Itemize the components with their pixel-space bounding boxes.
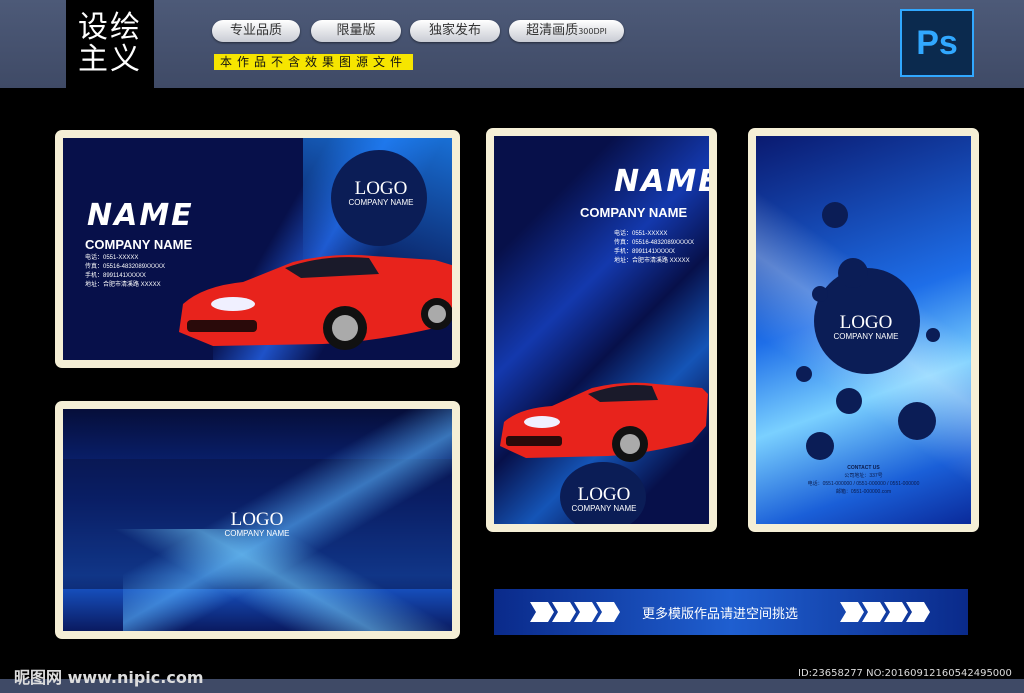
brand-line-2: 主义	[78, 42, 142, 77]
chevron-right-icon	[840, 602, 864, 622]
address-line: 地址：合肥市清溪路 XXXXX	[614, 258, 690, 264]
contact-line: 公司地址：337号	[844, 473, 883, 479]
logo-subtitle: COMPANY NAME	[348, 198, 414, 207]
chevron-right-icon	[552, 602, 576, 622]
pill-hd: 超清画质300DPI	[509, 20, 624, 42]
card-frame-4: LOGO COMPANY NAME	[55, 401, 460, 639]
decor-circle	[812, 286, 828, 302]
contact-line: 电话：0551-000000 / 0551-000000 / 0551-0000…	[807, 481, 920, 487]
address-line: 地址：合肥市清溪路 XXXXX	[85, 282, 161, 288]
chevron-right-icon	[862, 602, 886, 622]
chevron-right-icon	[884, 602, 908, 622]
contact-info: 电话：0551-XXXXX 传真：05516-4832089XXXXX 手机：8…	[614, 230, 694, 266]
phone-line: 电话：0551-XXXXX	[85, 255, 139, 261]
fax-line: 传真：05516-4832089XXXXX	[614, 240, 695, 246]
person-name: NAME	[614, 164, 709, 199]
mobile-line: 手机：8991141XXXXX	[85, 273, 146, 279]
chevron-right-icon	[530, 602, 554, 622]
card-2-front-vertical: NAME COMPANY NAME 电话：0551-XXXXX 传真：05516…	[494, 136, 709, 524]
top-bar: 设绘 主义 专业品质 限量版 独家发布 超清画质300DPI 本作品不含效果图源…	[0, 0, 1024, 88]
logo-subtitle: COMPANY NAME	[224, 529, 290, 538]
brand-line-1: 设绘	[78, 10, 142, 45]
logo-text: LOGO	[839, 312, 893, 333]
decor-circle	[836, 388, 862, 414]
card-4-back-horizontal: LOGO COMPANY NAME	[63, 409, 452, 631]
pill-quality: 专业品质	[212, 20, 300, 42]
card-frame-1: LOGO COMPANY NAME NAME COMPANY NAME 电话：0…	[55, 130, 460, 368]
logo-text: LOGO	[354, 178, 408, 199]
decor-circle	[806, 432, 834, 460]
chevron-right-icon	[574, 602, 598, 622]
light-ray	[63, 529, 452, 631]
logo-subtitle: COMPANY NAME	[833, 332, 899, 341]
card-3-back-vertical: LOGO COMPANY NAME CONTACT US 公司地址：337号 电…	[756, 136, 971, 524]
company-name: COMPANY NAME	[580, 205, 688, 220]
red-sports-car-image	[179, 254, 452, 350]
decor-circle	[926, 328, 940, 342]
red-sports-car-image	[500, 382, 708, 462]
card-frame-2: NAME COMPANY NAME 电话：0551-XXXXX 传真：05516…	[486, 128, 717, 532]
logo-text: LOGO	[577, 484, 631, 505]
pill-exclusive: 独家发布	[410, 20, 500, 42]
image-id: ID:23658277 NO:20160912160542495000	[798, 668, 1012, 679]
pill-limited: 限量版	[311, 20, 401, 42]
chevron-right-icon	[906, 602, 930, 622]
mobile-line: 手机：8991141XXXXX	[614, 249, 675, 255]
logo-subtitle: COMPANY NAME	[571, 504, 637, 513]
site-watermark: 昵图网 www.nipic.com	[14, 668, 204, 687]
pill-hd-label: 超清画质	[526, 23, 579, 38]
phone-line: 电话：0551-XXXXX	[614, 231, 668, 237]
banner-text: 更多模版作品请进空间挑选	[642, 607, 799, 622]
card-1-front-horizontal: LOGO COMPANY NAME NAME COMPANY NAME 电话：0…	[63, 138, 452, 360]
decor-circle	[898, 402, 936, 440]
decor-circle	[822, 202, 848, 228]
photoshop-icon: Ps	[900, 9, 974, 77]
decor-circle	[796, 366, 812, 382]
contact-info: 电话：0551-XXXXX 传真：05516-4832089XXXXX 手机：8…	[85, 254, 165, 290]
more-templates-banner[interactable]: 更多模版作品请进空间挑选	[494, 589, 968, 635]
contact-line: 邮箱：0551-000000.com	[835, 489, 892, 495]
decor-circle	[838, 258, 868, 288]
fax-line: 传真：05516-4832089XXXXX	[85, 264, 166, 270]
brand-logo: 设绘 主义	[66, 0, 154, 88]
notice-banner: 本作品不含效果图源文件	[214, 54, 414, 70]
person-name: NAME	[87, 198, 194, 233]
chevron-right-icon	[596, 602, 620, 622]
contact-block: CONTACT US 公司地址：337号 电话：0551-000000 / 05…	[756, 464, 971, 496]
pill-dpi: 300DPI	[578, 27, 607, 36]
contact-title: CONTACT US	[847, 465, 880, 471]
logo-text: LOGO	[230, 509, 284, 530]
card-frame-3: LOGO COMPANY NAME CONTACT US 公司地址：337号 电…	[748, 128, 979, 532]
